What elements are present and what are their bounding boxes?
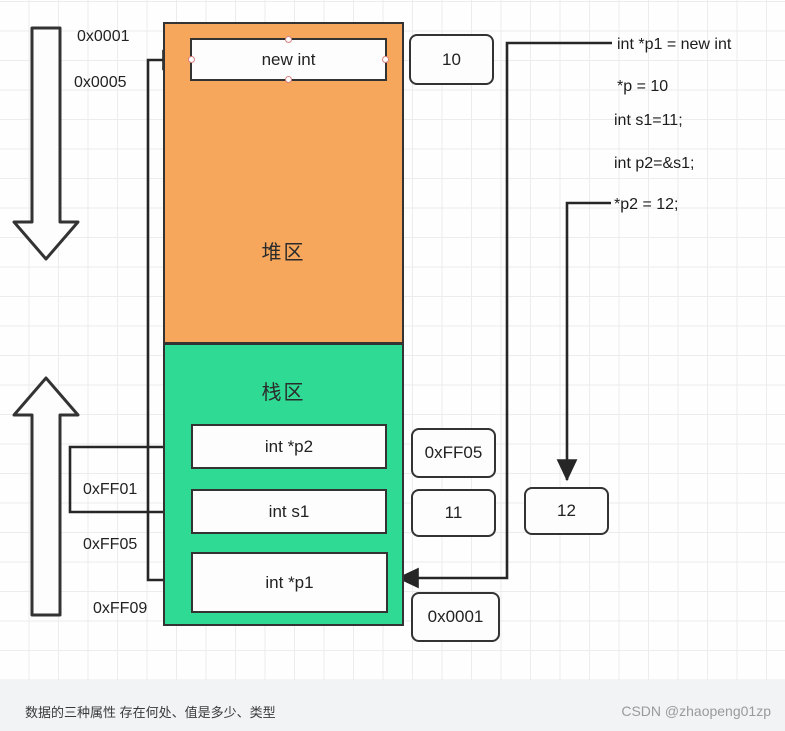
heap-region-label: 堆区 (261, 242, 306, 264)
value-box-p1-value-label: 0x0001 (427, 607, 484, 626)
value-box-p2-value[interactable]: 0xFF05 (411, 428, 496, 478)
address-label-heap-second: 0x0005 (74, 74, 127, 91)
code-line-1: *p = 10 (617, 78, 669, 95)
code-line-0: int *p1 = new int (617, 36, 732, 53)
cell-int-p1[interactable]: int *p1 (191, 552, 388, 613)
cell-int-s1[interactable]: int s1 (191, 489, 387, 534)
value-box-heap-value-label: 10 (442, 49, 461, 69)
cell-int-p2[interactable]: int *p2 (191, 424, 387, 469)
footer-credit: CSDN @zhaopeng01zp (621, 703, 771, 719)
address-label-heap-start: 0x0001 (77, 28, 130, 45)
selection-handle-top[interactable] (285, 36, 292, 43)
value-box-updated-value-label: 12 (557, 501, 576, 520)
address-label-stack-ff01: 0xFF01 (83, 481, 138, 498)
code-line-4: *p2 = 12; (614, 196, 679, 213)
connector-code-to-12 (556, 201, 611, 482)
address-label-stack-ff05: 0xFF05 (83, 536, 138, 553)
selection-handle-left[interactable] (188, 56, 195, 63)
cell-int-s1-label: int s1 (268, 501, 310, 521)
value-box-p1-value[interactable]: 0x0001 (411, 592, 500, 642)
value-box-updated-value[interactable]: 12 (524, 487, 609, 535)
cell-int-p1-label: int *p1 (265, 572, 314, 592)
diagram-canvas: 堆区 栈区 new int int *p2 int s1 int *p1 10 … (0, 0, 785, 731)
code-line-2: int s1=11; (614, 112, 683, 129)
value-box-s1-value[interactable]: 11 (411, 489, 496, 537)
selection-handle-bottom[interactable] (285, 76, 292, 83)
value-box-p2-value-label: 0xFF05 (424, 443, 483, 462)
stack-region-label: 栈区 (261, 382, 306, 404)
value-box-heap-value[interactable]: 10 (409, 34, 494, 85)
footer-note: 数据的三种属性 存在何处、值是多少、类型 (25, 705, 276, 720)
cell-int-p2-label: int *p2 (264, 436, 314, 456)
code-line-3: int p2=&s1; (614, 155, 695, 172)
selection-handle-right[interactable] (382, 56, 389, 63)
value-box-s1-value-label: 11 (444, 503, 463, 522)
cell-new-int-label: new int (261, 49, 316, 69)
up-arrow-icon (12, 376, 80, 617)
address-label-stack-ff09: 0xFF09 (93, 600, 148, 617)
cell-new-int[interactable]: new int (188, 36, 389, 83)
down-arrow-icon (12, 26, 80, 261)
